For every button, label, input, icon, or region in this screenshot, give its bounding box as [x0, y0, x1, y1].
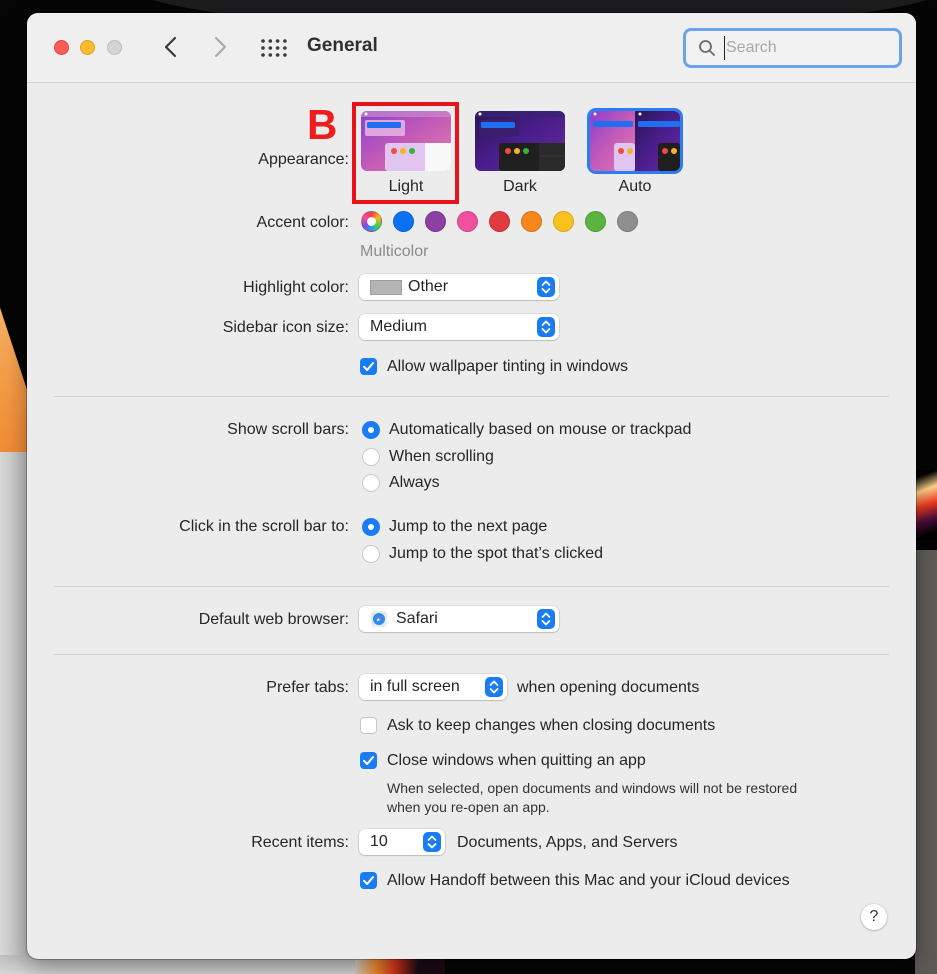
chevron-right-icon: [214, 36, 227, 58]
popup-stepper-icon: [537, 277, 555, 297]
popup-stepper-icon: [485, 677, 503, 697]
default-browser-label: Default web browser:: [198, 611, 349, 628]
handoff-checkbox[interactable]: [360, 872, 377, 889]
zoom-button[interactable]: [107, 40, 122, 55]
title-bar: General: [27, 13, 916, 83]
wallpaper-tinting-label[interactable]: Allow wallpaper tinting in windows: [387, 358, 628, 376]
safari-icon: [371, 611, 387, 627]
recent-items-popup[interactable]: 10: [359, 829, 445, 855]
search-input[interactable]: [724, 36, 889, 60]
forward-button[interactable]: [208, 33, 232, 61]
background-window-left: [0, 452, 30, 974]
desktop-wallpaper-right: [915, 470, 937, 540]
highlight-color-label: Highlight color:: [243, 279, 349, 296]
prefer-tabs-label: Prefer tabs:: [266, 679, 349, 696]
highlight-color-popup[interactable]: Other: [359, 274, 559, 300]
appearance-dark-label[interactable]: Dark: [475, 178, 565, 196]
appearance-auto-thumbnail[interactable]: [590, 111, 680, 171]
checkmark-icon: [363, 362, 374, 371]
sidebar-icon-size-label: Sidebar icon size:: [222, 319, 349, 336]
accent-selected-name: Multicolor: [360, 243, 429, 260]
accent-purple-swatch[interactable]: [425, 211, 446, 232]
accent-yellow-swatch[interactable]: [553, 211, 574, 232]
appearance-auto-label[interactable]: Auto: [590, 178, 680, 196]
wallpaper-tinting-checkbox[interactable]: [360, 358, 377, 375]
popup-stepper-icon: [423, 832, 441, 852]
desktop-wallpaper-left: [0, 307, 30, 452]
help-button[interactable]: ?: [861, 904, 887, 930]
recent-items-suffix: Documents, Apps, and Servers: [457, 834, 678, 851]
click-scroll-next-page-radio[interactable]: [362, 518, 380, 536]
accent-multicolor-swatch[interactable]: [361, 211, 382, 232]
click-scroll-spot-radio[interactable]: [362, 545, 380, 563]
appearance-light-label[interactable]: Light: [361, 178, 451, 196]
search-field[interactable]: [683, 28, 902, 68]
scroll-bars-always-label[interactable]: Always: [389, 474, 440, 492]
accent-orange-swatch[interactable]: [521, 211, 542, 232]
checkmark-icon: [363, 876, 374, 885]
popup-stepper-icon: [537, 317, 555, 337]
accent-color-label: Accent color:: [256, 214, 349, 231]
sidebar-icon-size-value: Medium: [370, 318, 427, 335]
scroll-bars-auto-label[interactable]: Automatically based on mouse or trackpad: [389, 421, 691, 439]
system-preferences-window: General B Appearance:: [27, 13, 916, 959]
auto-mode-preview-icon: [590, 111, 680, 171]
prefer-tabs-suffix: when opening documents: [517, 679, 700, 696]
close-windows-checkbox[interactable]: [360, 752, 377, 769]
highlight-color-value: Other: [408, 278, 449, 295]
chevron-left-icon: [164, 36, 177, 58]
prefer-tabs-popup[interactable]: in full screen: [359, 674, 507, 700]
sidebar-icon-size-popup[interactable]: Medium: [359, 314, 559, 340]
grid-icon: [261, 39, 287, 57]
scroll-bars-when-scrolling-radio[interactable]: [362, 448, 380, 466]
accent-red-swatch[interactable]: [489, 211, 510, 232]
section-divider: [54, 586, 889, 587]
scroll-bars-auto-radio[interactable]: [362, 421, 380, 439]
highlight-color-swatch: [370, 280, 402, 295]
accent-blue-swatch[interactable]: [393, 211, 414, 232]
annotation-badge: B: [307, 101, 338, 148]
recent-items-label: Recent items:: [251, 834, 349, 851]
section-divider: [54, 396, 889, 397]
close-windows-note-line1: When selected, open documents and window…: [387, 780, 798, 796]
accent-green-swatch[interactable]: [585, 211, 606, 232]
appearance-dark-thumbnail[interactable]: [475, 111, 565, 171]
dark-mode-preview-icon: [475, 111, 565, 171]
search-icon: [699, 40, 715, 56]
click-scroll-spot-label[interactable]: Jump to the spot that’s clicked: [389, 545, 603, 563]
show-scroll-bars-label: Show scroll bars:: [227, 421, 349, 438]
show-all-button[interactable]: [261, 39, 287, 57]
scroll-bars-when-scrolling-label[interactable]: When scrolling: [389, 448, 494, 466]
default-browser-value: Safari: [396, 610, 438, 627]
accent-pink-swatch[interactable]: [457, 211, 478, 232]
default-browser-popup[interactable]: Safari: [359, 606, 559, 632]
accent-graphite-swatch[interactable]: [617, 211, 638, 232]
prefer-tabs-value: in full screen: [370, 678, 460, 695]
handoff-label[interactable]: Allow Handoff between this Mac and your …: [387, 872, 790, 890]
ask-keep-changes-label[interactable]: Ask to keep changes when closing documen…: [387, 717, 715, 735]
section-divider: [54, 654, 889, 655]
window-title: General: [307, 35, 378, 56]
ask-keep-changes-checkbox[interactable]: [360, 717, 377, 734]
background-window-right: [915, 550, 937, 974]
popup-stepper-icon: [537, 609, 555, 629]
appearance-label: Appearance:: [258, 151, 349, 168]
close-button[interactable]: [54, 40, 69, 55]
minimize-button[interactable]: [80, 40, 95, 55]
click-scroll-next-page-label[interactable]: Jump to the next page: [389, 518, 547, 536]
close-windows-note-line2: when you re-open an app.: [387, 799, 550, 815]
checkmark-icon: [363, 756, 374, 765]
close-windows-label[interactable]: Close windows when quitting an app: [387, 752, 646, 770]
scroll-bars-always-radio[interactable]: [362, 474, 380, 492]
recent-items-value: 10: [370, 833, 388, 850]
click-scroll-bar-label: Click in the scroll bar to:: [179, 518, 349, 535]
back-button[interactable]: [159, 33, 183, 61]
